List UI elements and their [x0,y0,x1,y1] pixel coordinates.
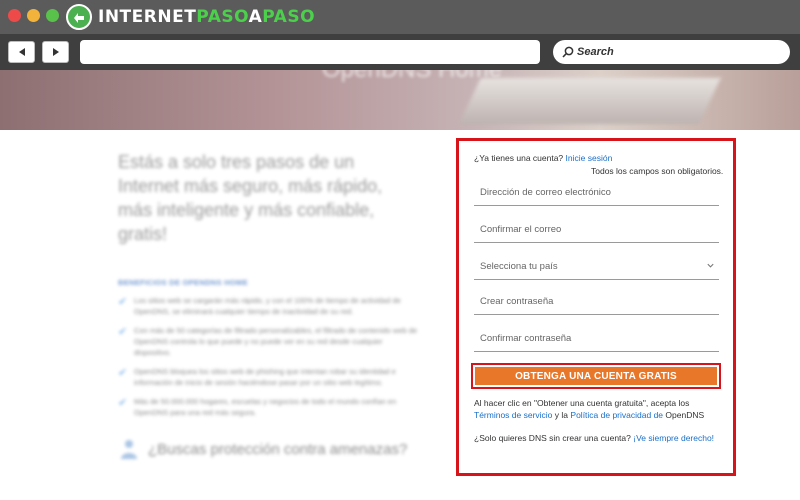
threat-protection-text: ¿Buscas protección contra amenazas? [148,440,408,458]
login-prompt: ¿Ya tienes una cuenta? Inicie sesión [474,153,613,163]
logo-text: INTERNETPASOAPASO [98,7,316,27]
country-placeholder: Selecciona tu país [480,261,558,272]
search-placeholder: Search [577,46,614,58]
minimize-window-button[interactable] [27,9,40,22]
threat-protection-promo: ¿Buscas protección contra amenazas? [118,438,418,460]
close-window-button[interactable] [8,9,21,22]
marketing-column: Estás a solo tres pasos de un Internet m… [118,150,418,490]
country-select[interactable]: Selecciona tu país [474,255,719,280]
check-icon: ✔ [118,296,128,308]
benefit-item: ✔ Más de 50.000.000 hogares, escuelas y n… [118,397,397,417]
dns-only-link[interactable]: ¡Ve siempre derecho! [633,433,714,443]
terms-of-service-link[interactable]: Términos de servicio [474,410,552,420]
chevron-down-icon [707,263,714,268]
email-field[interactable]: Dirección de correo electrónico [474,181,719,206]
signup-form: ¿Ya tienes una cuenta? Inicie sesión Tod… [456,138,736,476]
check-icon: ✔ [118,397,128,409]
forward-button[interactable] [42,41,69,63]
get-free-account-button[interactable]: OBTENGA UNA CUENTA GRATIS [471,363,721,389]
confirm-email-placeholder: Confirmar el correo [480,224,562,235]
marketing-heading: Estás a solo tres pasos de un Internet m… [118,152,383,244]
hero-title: OpenDNS Home [322,70,502,84]
hero-banner: OpenDNS Home [0,70,800,130]
window-titlebar: INTERNETPASOAPASO [0,0,800,34]
required-fields-note: Todos los campos son obligatorios. [591,166,724,176]
cta-label: OBTENGA UNA CUENTA GRATIS [475,367,717,385]
logo-badge-icon [66,4,92,30]
address-bar[interactable] [80,40,540,64]
dns-only-prompt: ¿Solo quieres DNS sin crear una cuenta? … [474,433,715,443]
shield-person-icon [121,440,137,459]
back-button[interactable] [8,41,35,63]
benefit-item: ✔ Los sitios web se cargarán más rápido, … [118,296,401,316]
password-placeholder: Crear contraseña [480,296,554,307]
check-icon: ✔ [118,326,128,338]
back-arrow-icon [18,48,25,56]
maximize-window-button[interactable] [46,9,59,22]
hero-laptop-image [459,78,721,124]
privacy-policy-link[interactable]: Política de privacidad de [570,410,663,420]
login-link[interactable]: Inicie sesión [566,153,613,163]
confirm-password-field[interactable]: Confirmar contraseña [474,327,719,352]
check-icon: ✔ [118,367,128,379]
password-field[interactable]: Crear contraseña [474,290,719,315]
benefit-item: ✔ OpenDNS bloquea los sitios web de phish… [118,367,396,387]
search-icon [562,46,574,58]
site-logo: INTERNETPASOAPASO [66,3,315,31]
browser-toolbar: Search [0,34,800,70]
search-input[interactable]: Search [553,40,790,64]
forward-arrow-icon [52,48,59,56]
terms-notice: Al hacer clic en "Obtener una cuenta gra… [474,398,705,420]
confirm-password-placeholder: Confirmar contraseña [480,333,572,344]
email-placeholder: Dirección de correo electrónico [480,187,611,198]
benefit-item: ✔ Con más de 50 categorías de filtrado pe… [118,326,418,357]
confirm-email-field[interactable]: Confirmar el correo [474,218,719,243]
benefits-title: BENEFICIOS DE OPENDNS HOME [118,278,248,287]
